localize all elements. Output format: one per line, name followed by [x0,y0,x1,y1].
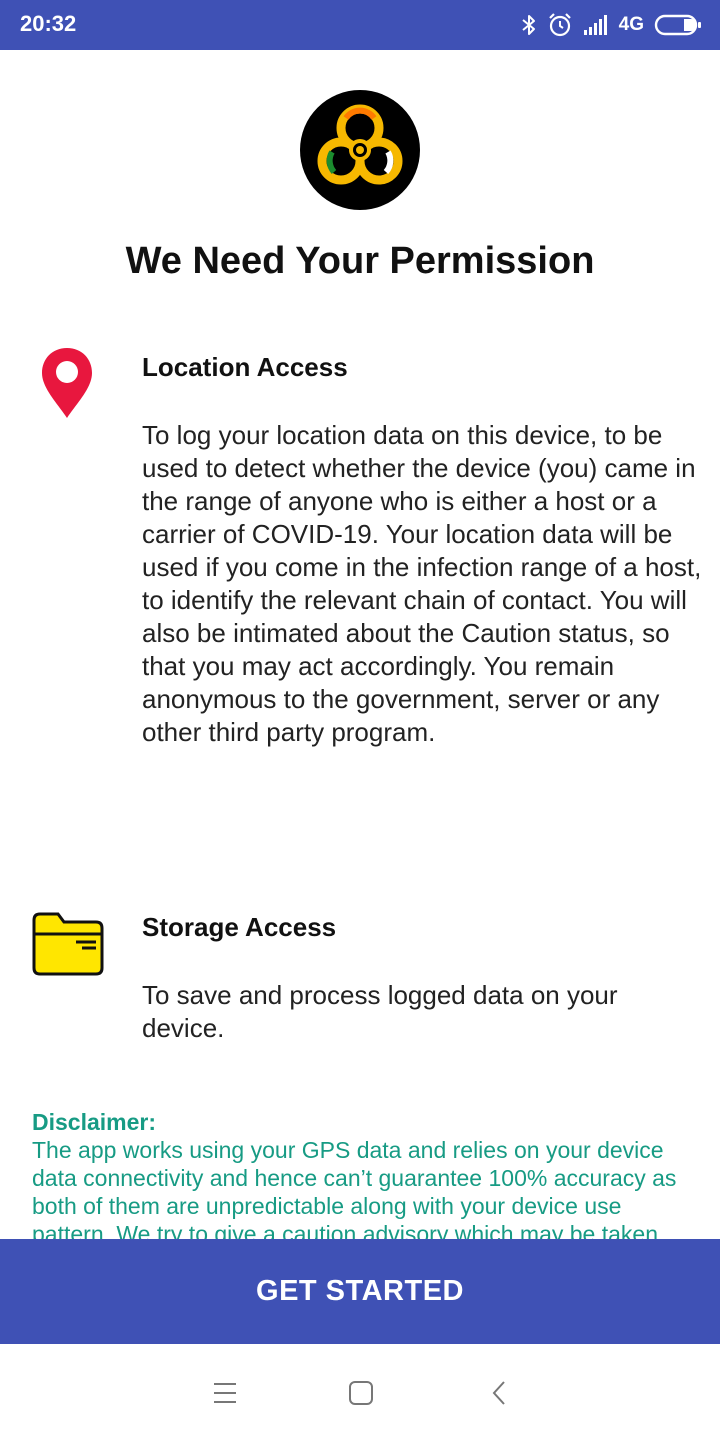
location-pin-icon [40,346,94,425]
page-title: We Need Your Permission [125,240,595,282]
folder-icon [32,912,104,981]
get-started-button[interactable]: GET STARTED [0,1239,720,1344]
navigation-bar [0,1344,720,1440]
menu-icon[interactable] [210,1378,240,1408]
location-access-description: To log your location data on this device… [142,420,702,747]
network-label: 4G [618,14,644,35]
storage-access-title: Storage Access [142,912,337,942]
status-time: 20:32 [20,11,77,36]
disclaimer: Disclaimer: The app works using your GPS… [32,1108,692,1239]
disclaimer-title: Disclaimer: [32,1109,157,1135]
bluetooth-icon [521,13,537,37]
disclaimer-text: The app works using your GPS data and re… [32,1137,677,1239]
home-icon[interactable] [346,1378,376,1408]
location-access-title: Location Access [142,352,348,382]
back-icon[interactable] [484,1378,514,1408]
storage-access-description: To save and process logged data on your … [142,980,618,1043]
biohazard-logo-icon [300,90,420,210]
alarm-icon [547,12,573,38]
battery-icon [654,13,702,37]
signal-icon [583,14,609,36]
status-icons: 4G [521,9,702,41]
status-bar: 20:32 4G [0,0,720,50]
